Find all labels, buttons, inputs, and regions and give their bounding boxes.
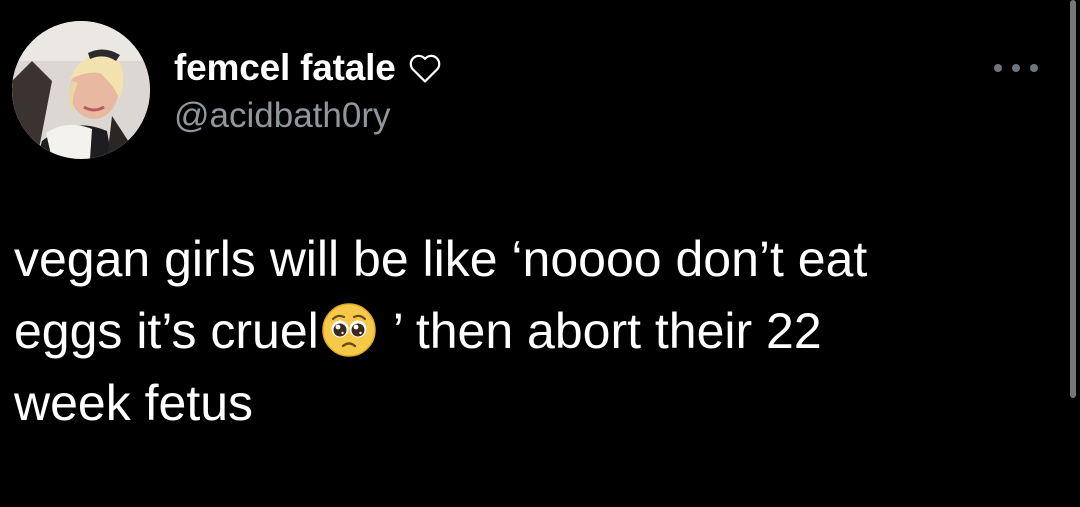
tweet-card: femcel fatale @acidbath0ry vegan girls w…: [0, 0, 1080, 507]
more-dot: [1030, 64, 1038, 72]
avatar[interactable]: [12, 21, 150, 159]
avatar-photo: [12, 21, 150, 159]
more-dot: [1012, 64, 1020, 72]
heart-outline-icon: [406, 49, 444, 87]
more-options-icon[interactable]: [994, 58, 1038, 78]
pleading-face-emoji: [321, 302, 377, 358]
tweet-line-2: eggs it’s cruel ’ then abort their 22: [14, 295, 1054, 367]
tweet-line-1: vegan girls will be like ‘noooo don’t ea…: [14, 231, 868, 287]
author-handle[interactable]: @acidbath0ry: [174, 96, 390, 136]
more-dot: [994, 64, 1002, 72]
author-name-row: femcel fatale: [174, 46, 444, 90]
tweet-line-2-end: ’ then abort their 22: [378, 303, 822, 359]
tweet-text: vegan girls will be like ‘noooo don’t ea…: [14, 223, 1054, 439]
tweet-line-3: week fetus: [14, 375, 254, 431]
tweet-line-2-start: eggs it’s cruel: [14, 303, 319, 359]
scrollbar[interactable]: [1070, 0, 1076, 398]
author-display-name[interactable]: femcel fatale: [174, 47, 396, 89]
